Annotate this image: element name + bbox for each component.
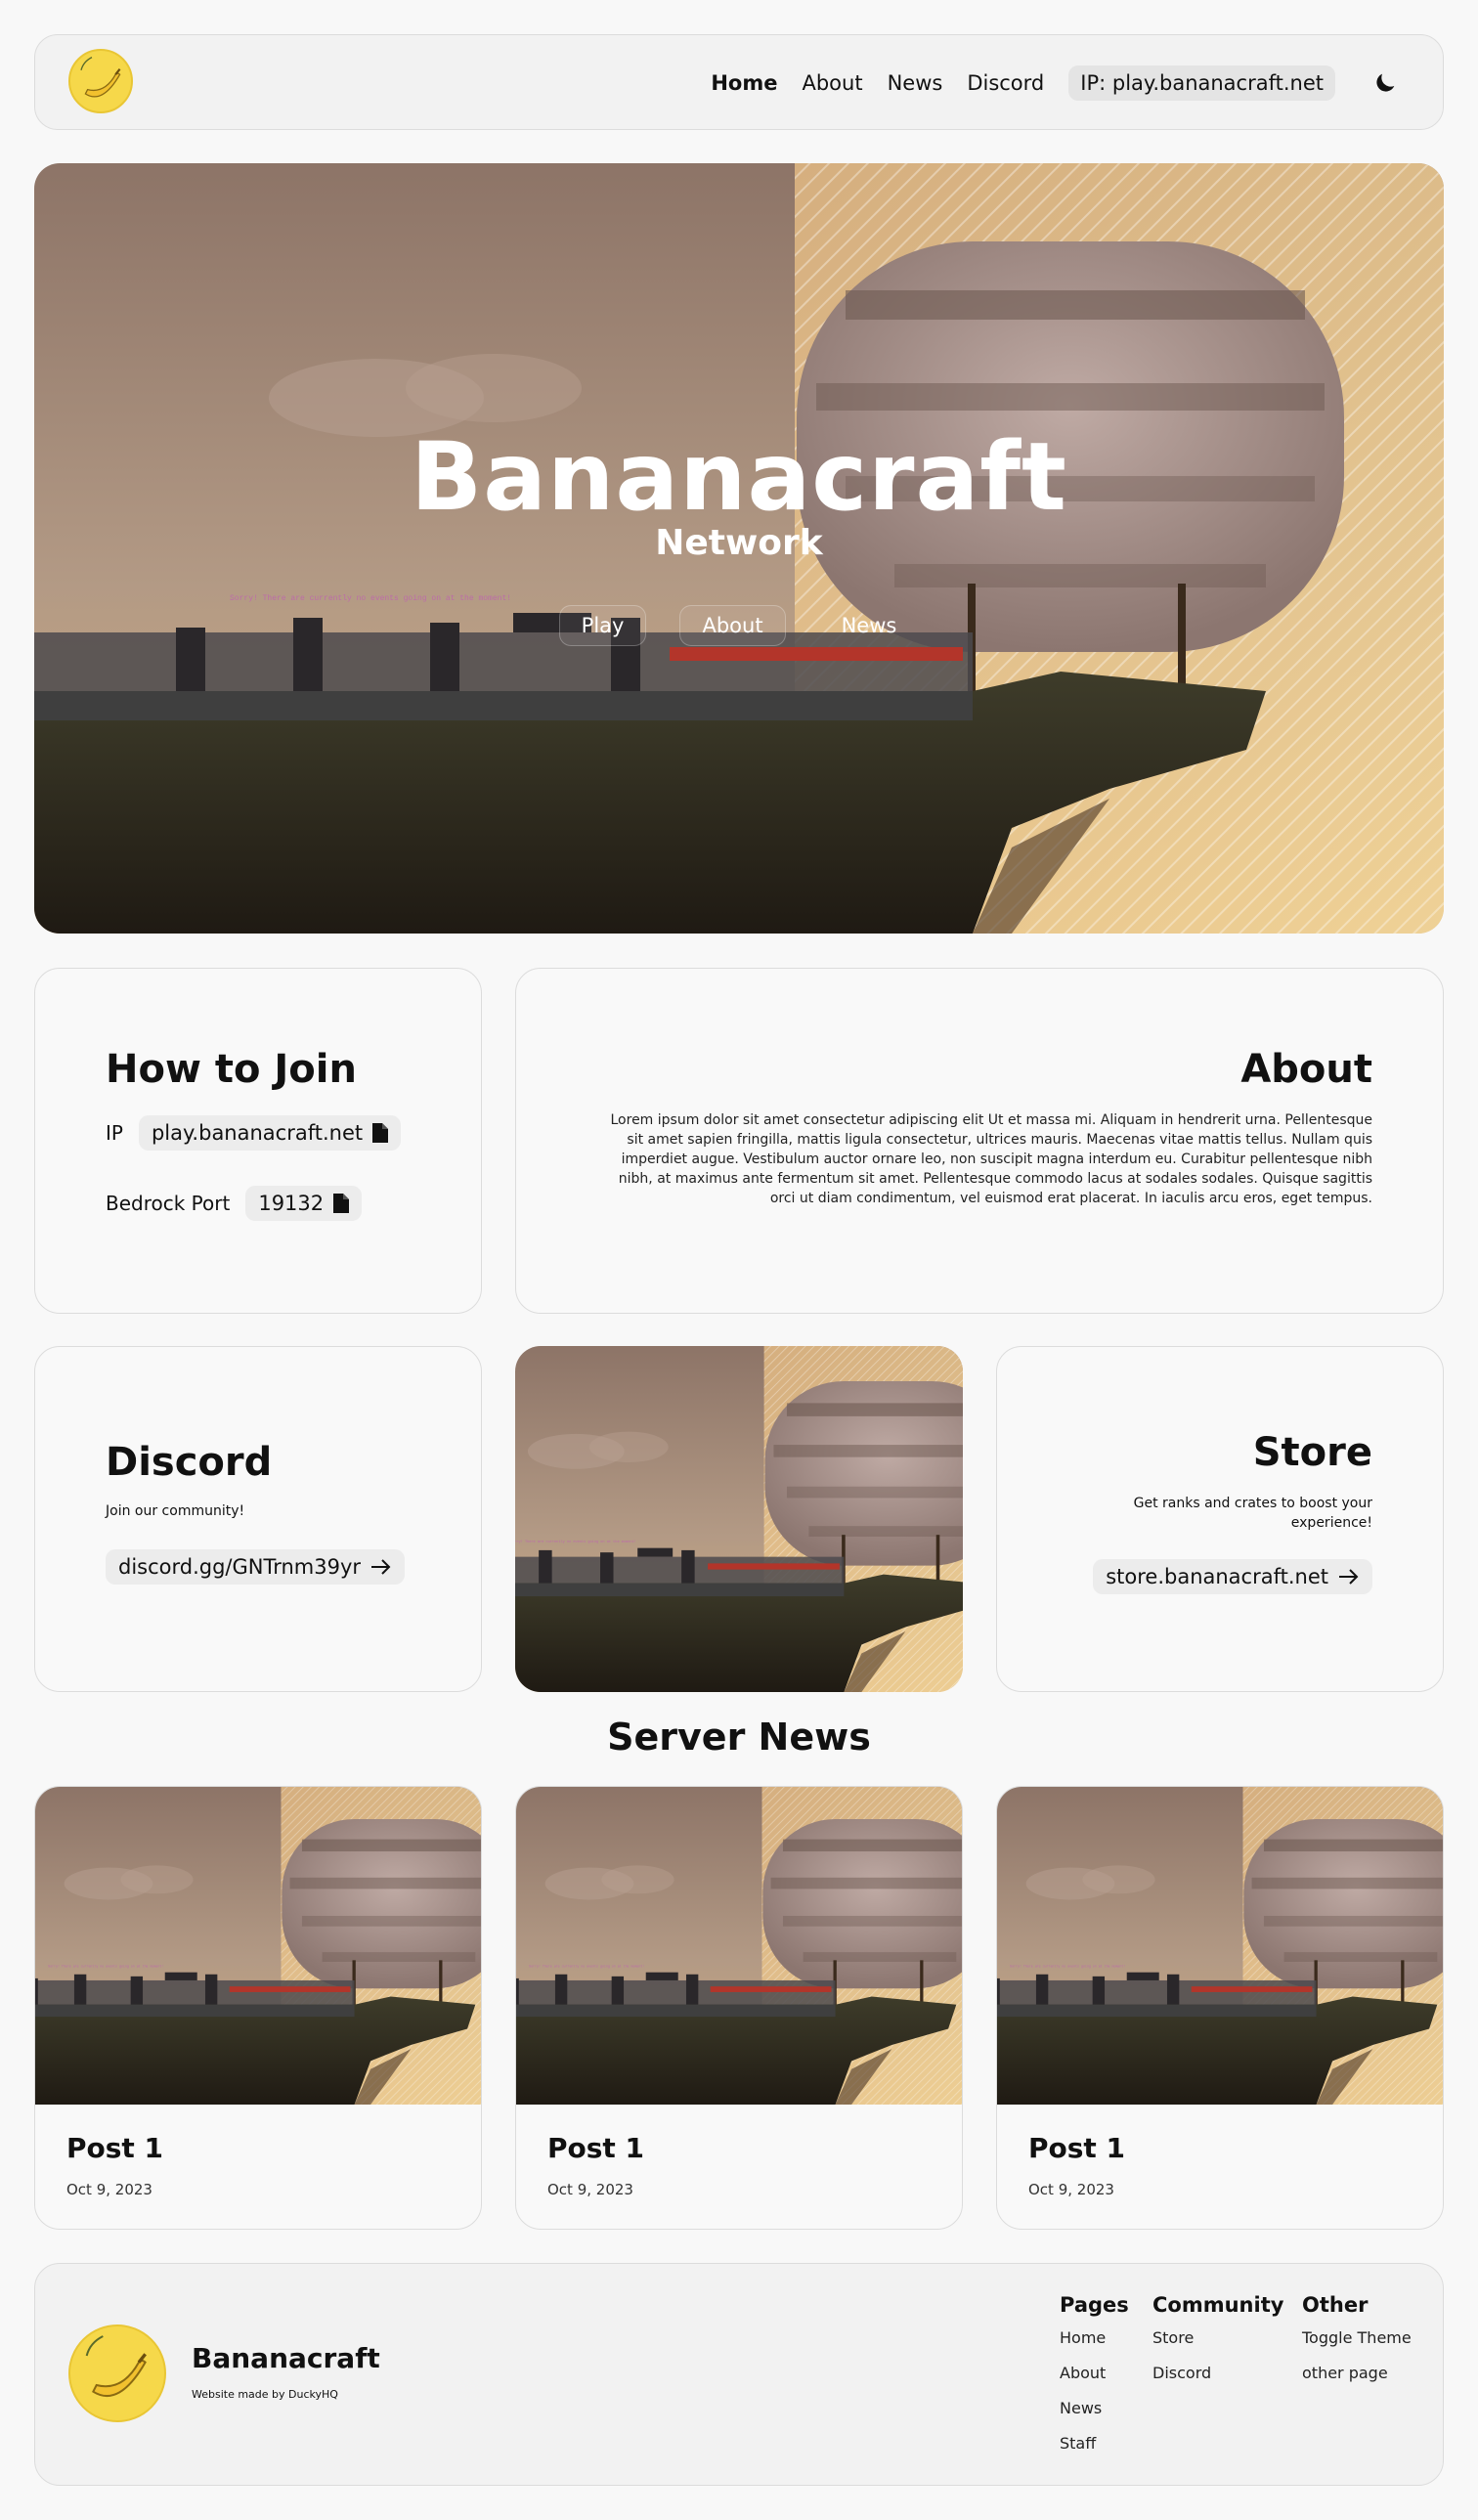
footer-column-community: Community Store Discord [1152,2293,1283,2399]
hero-news-button[interactable]: News [819,605,920,646]
copy-ip-button[interactable]: play.bananacraft.net [138,1115,402,1151]
bedrock-port-label: Bedrock Port [106,1192,231,1215]
copy-port-button[interactable]: 19132 [245,1186,363,1221]
footer-credit: Website made by DuckyHQ [192,2388,338,2401]
footer-heading: Other [1302,2293,1369,2317]
footer-link-about[interactable]: About [1060,2364,1129,2382]
store-link-button[interactable]: store.bananacraft.net [1093,1559,1372,1594]
file-icon [372,1123,389,1143]
post-thumbnail-image [997,1787,1443,2105]
join-title: How to Join [106,1047,357,1092]
footer-column-other: Other Toggle Theme other page [1302,2293,1412,2399]
post-title: Post 1 [547,2132,645,2164]
news-post-card[interactable]: Post 1 Oct 9, 2023 [34,1786,482,2230]
hero-title: Bananacraft [411,422,1067,532]
arrow-right-icon [1339,1569,1359,1585]
hero-about-button[interactable]: About [679,605,786,646]
footer-link-store[interactable]: Store [1152,2328,1283,2347]
nav-about-link[interactable]: About [802,71,862,95]
discord-card: Discord Join our community! discord.gg/G… [34,1346,482,1692]
ip-label: IP [106,1121,123,1145]
ip-value: play.bananacraft.net [151,1121,364,1145]
banana-logo-icon [68,2324,166,2422]
footer-heading: Pages [1060,2293,1129,2317]
server-screenshot-card [515,1346,963,1692]
news-post-card[interactable]: Post 1 Oct 9, 2023 [515,1786,963,2230]
store-title: Store [1252,1430,1372,1475]
server-ip-badge[interactable]: IP: play.bananacraft.net [1068,65,1335,101]
server-screenshot-image [515,1346,963,1692]
footer-link-news[interactable]: News [1060,2399,1129,2417]
hero-buttons: Play About News [34,605,1444,646]
post-title: Post 1 [1028,2132,1126,2164]
nav-links: Home About News Discord IP: play.bananac… [711,35,1399,129]
file-icon [333,1194,350,1213]
top-nav: Home About News Discord IP: play.bananac… [34,34,1444,130]
hero-subtitle: Network [655,523,823,563]
footer-link-staff[interactable]: Staff [1060,2434,1129,2453]
news-post-card[interactable]: Post 1 Oct 9, 2023 [996,1786,1444,2230]
banana-logo-icon[interactable] [68,49,133,113]
footer: Bananacraft Website made by DuckyHQ Page… [34,2263,1444,2486]
nav-news-link[interactable]: News [888,71,943,95]
about-body: Lorem ipsum dolor sit amet consectetur a… [610,1112,1373,1206]
footer-link-toggle-theme[interactable]: Toggle Theme [1302,2328,1412,2347]
footer-link-home[interactable]: Home [1060,2328,1129,2347]
post-date: Oct 9, 2023 [66,2181,152,2198]
arrow-right-icon [371,1559,391,1575]
post-thumbnail-image [35,1787,481,2105]
post-date: Oct 9, 2023 [1028,2181,1114,2198]
store-card: Store Get ranks and crates to boost your… [996,1346,1444,1692]
hero-banner: Bananacraft Network Play About News [34,163,1444,934]
about-title: About [1240,1047,1372,1092]
discord-link-button[interactable]: discord.gg/GNTrnm39yr [106,1549,406,1585]
server-news-heading: Server News [607,1716,871,1759]
footer-column-pages: Pages Home About News Staff [1060,2293,1129,2469]
footer-heading: Community [1152,2293,1284,2317]
footer-link-discord[interactable]: Discord [1152,2364,1283,2382]
discord-title: Discord [106,1440,273,1485]
post-thumbnail-image [516,1787,962,2105]
nav-discord-link[interactable]: Discord [967,71,1044,95]
moon-icon[interactable] [1371,69,1399,97]
post-title: Post 1 [66,2132,164,2164]
nav-home-link[interactable]: Home [711,71,777,95]
discord-link: discord.gg/GNTrnm39yr [118,1555,362,1579]
hero-play-button[interactable]: Play [558,605,647,646]
footer-link-other-page[interactable]: other page [1302,2364,1412,2382]
how-to-join-card: How to Join IP play.bananacraft.net Bedr… [34,968,482,1314]
about-card: About Lorem ipsum dolor sit amet consect… [515,968,1444,1314]
store-link: store.bananacraft.net [1106,1565,1328,1588]
discord-subtitle: Join our community! [106,1503,245,1519]
post-date: Oct 9, 2023 [547,2181,633,2198]
store-subtitle: Get ranks and crates to boost your exper… [1133,1496,1372,1531]
port-value: 19132 [258,1192,325,1215]
footer-brand: Bananacraft [192,2342,380,2374]
